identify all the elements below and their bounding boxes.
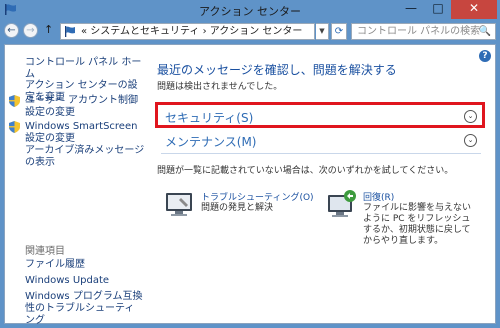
back-button[interactable]: ← xyxy=(4,23,19,38)
recovery-tool: 回復(R) ファイルに影響を与えないように PC をリフレッシュするか、初期状態… xyxy=(327,190,477,260)
page-heading: 最近のメッセージを確認し、問題を解決する xyxy=(157,63,397,77)
security-section-header[interactable]: セキュリティ(S) ⌄ xyxy=(155,102,485,128)
sidebar-item-archived-messages[interactable]: アーカイブ済みメッセージの表示 xyxy=(25,145,147,169)
sidebar-home-link[interactable]: コントロール パネル ホーム xyxy=(25,57,147,81)
main-panel: ? 最近のメッセージを確認し、問題を解決する 問題は検出されませんでした。 セキ… xyxy=(147,45,495,323)
refresh-button[interactable]: ⟳ xyxy=(331,23,347,40)
sidebar: コントロール パネル ホーム アクション センターの設定を変更 ユーザー アカウ… xyxy=(5,45,147,326)
sidebar-item-smartscreen-settings[interactable]: Windows SmartScreen 設定の変更 xyxy=(25,121,140,145)
chevron-down-icon[interactable]: ⌄ xyxy=(464,134,477,147)
sidebar-item-uac-settings[interactable]: ユーザー アカウント制御設定の変更 xyxy=(25,95,140,119)
search-icon[interactable]: 🔍 xyxy=(479,24,491,39)
shield-icon xyxy=(9,121,20,133)
forward-button[interactable]: → xyxy=(23,23,38,38)
related-file-history[interactable]: ファイル履歴 xyxy=(25,259,85,271)
divider xyxy=(161,153,481,154)
related-compat-troubleshoot[interactable]: Windows プログラム互換性のトラブルシューティング xyxy=(25,291,143,327)
troubleshooting-icon xyxy=(166,193,192,216)
address-toolbar: ← → ↑ « システムとセキュリティ › アクション センター ▼ ⟳ コント… xyxy=(0,20,500,42)
address-bar[interactable]: « システムとセキュリティ › アクション センター xyxy=(60,23,315,40)
address-path: « システムとセキュリティ › アクション センター xyxy=(81,26,303,37)
title-bar[interactable]: アクション センター — □ ✕ xyxy=(0,0,500,20)
up-button[interactable]: ↑ xyxy=(44,23,53,36)
security-label: セキュリティ(S) xyxy=(165,111,254,125)
address-dropdown-button[interactable]: ▼ xyxy=(316,23,329,40)
troubleshooting-tool: トラブルシューティング(O) 問題の発見と解決 xyxy=(165,190,315,260)
related-windows-update[interactable]: Windows Update xyxy=(25,275,109,287)
search-input[interactable]: コントロール パネルの検索 🔍 xyxy=(351,23,496,40)
help-icon[interactable]: ? xyxy=(479,50,491,62)
maintenance-label: メンテナンス(M) xyxy=(165,135,257,149)
troubleshooting-link[interactable]: トラブルシューティング(O) xyxy=(201,190,314,203)
maximize-button[interactable]: □ xyxy=(425,0,451,19)
content-pane: コントロール パネル ホーム アクション センターの設定を変更 ユーザー アカウ… xyxy=(4,44,496,326)
bottom-frame xyxy=(0,324,500,328)
search-placeholder: コントロール パネルの検索 xyxy=(357,26,481,37)
recovery-link[interactable]: 回復(R) xyxy=(363,190,394,203)
related-title: 関連項目 xyxy=(25,246,65,257)
chevron-down-icon[interactable]: ⌄ xyxy=(464,110,477,123)
control-panel-flag-icon xyxy=(65,26,75,37)
recovery-icon xyxy=(328,190,356,217)
window: アクション センター — □ ✕ ← → ↑ « システムとセキュリティ › ア… xyxy=(0,0,500,328)
status-text: 問題は検出されませんでした。 xyxy=(157,82,283,92)
close-button[interactable]: ✕ xyxy=(451,0,497,19)
maintenance-section-header[interactable]: メンテナンス(M) ⌄ xyxy=(155,130,485,152)
minimize-button[interactable]: — xyxy=(397,0,425,19)
recovery-desc: ファイルに影響を与えないように PC をリフレッシュするか、初期状態に戻してから… xyxy=(363,203,472,246)
suggestion-prompt: 問題が一覧に記載されていない場合は、次のいずれかを試してください。 xyxy=(157,166,454,176)
shield-icon xyxy=(9,95,20,107)
troubleshooting-desc: 問題の発見と解決 xyxy=(201,203,274,213)
